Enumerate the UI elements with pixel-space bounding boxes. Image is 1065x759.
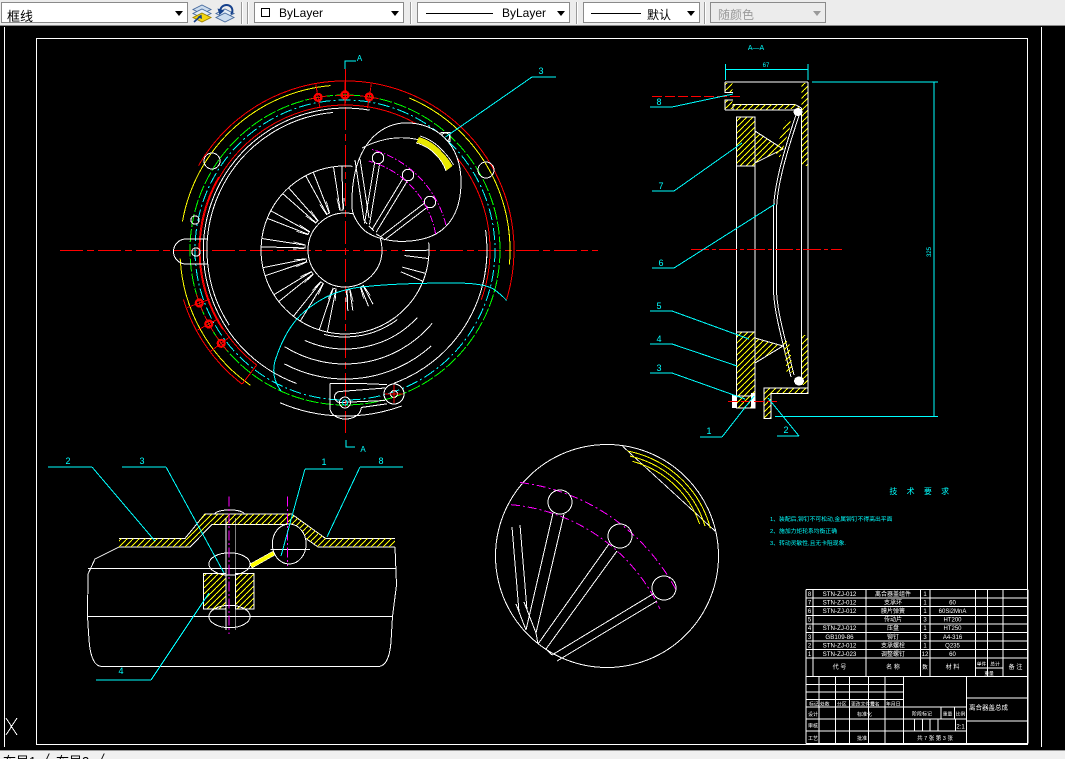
svg-text:4: 4 [118, 666, 123, 676]
svg-text:STN-ZJ-023: STN-ZJ-023 [823, 651, 857, 658]
svg-text:1: 1 [923, 626, 927, 632]
svg-text:STN-ZJ-012: STN-ZJ-012 [823, 642, 857, 649]
svg-text:3: 3 [538, 66, 543, 76]
svg-text:3、转动灵敏性,且无卡阻现象.: 3、转动灵敏性,且无卡阻现象. [770, 539, 846, 547]
svg-text:A—A: A—A [748, 45, 765, 52]
svg-text:8: 8 [808, 592, 812, 598]
svg-text:标记: 标记 [809, 701, 819, 708]
svg-text:3: 3 [923, 635, 927, 641]
svg-text:Q235: Q235 [945, 643, 960, 649]
svg-text:8: 8 [378, 456, 383, 466]
svg-text:3: 3 [139, 456, 144, 466]
svg-text:压盘: 压盘 [887, 624, 899, 632]
svg-text:1、装配后,铆钉不可松动,金属铆钉不得高出平面: 1、装配后,铆钉不可松动,金属铆钉不得高出平面 [770, 515, 893, 523]
svg-text:签名: 签名 [870, 701, 880, 708]
svg-text:技 术 要 求: 技 术 要 求 [889, 486, 952, 496]
svg-text:4: 4 [808, 626, 812, 632]
svg-text:STN-ZJ-012: STN-ZJ-012 [823, 625, 857, 632]
svg-text:2:1: 2:1 [956, 725, 965, 731]
svg-text:STN-ZJ-012: STN-ZJ-012 [823, 591, 857, 598]
svg-text:阶段标记: 阶段标记 [912, 711, 932, 718]
svg-text:比例: 比例 [956, 711, 966, 718]
svg-text:60: 60 [949, 601, 956, 607]
svg-text:年月日: 年月日 [886, 701, 900, 708]
svg-text:A: A [357, 54, 363, 63]
svg-text:67: 67 [763, 63, 770, 69]
svg-text:HT200: HT200 [943, 618, 962, 624]
svg-text:A4-316: A4-316 [943, 635, 963, 641]
svg-text:325: 325 [927, 246, 933, 257]
svg-text:分区: 分区 [837, 701, 847, 708]
svg-text:STN-ZJ-012: STN-ZJ-012 [823, 608, 857, 615]
svg-text:标准化: 标准化 [857, 711, 872, 718]
svg-text:4: 4 [656, 334, 661, 344]
svg-text:备 注: 备 注 [1009, 663, 1023, 671]
svg-text:2: 2 [808, 643, 812, 649]
svg-text:审核: 审核 [808, 723, 818, 730]
svg-text:2: 2 [65, 456, 70, 466]
svg-text:膜片弹簧: 膜片弹簧 [881, 607, 905, 615]
svg-text:3: 3 [656, 363, 661, 373]
svg-text:A: A [360, 445, 366, 454]
svg-text:1: 1 [923, 609, 927, 615]
svg-text:8: 8 [656, 97, 661, 107]
svg-text:支承环: 支承环 [884, 599, 902, 607]
svg-text:6: 6 [808, 609, 812, 615]
svg-text:设计: 设计 [808, 711, 818, 718]
svg-text:支承螺栓: 支承螺栓 [881, 641, 905, 649]
svg-text:60: 60 [949, 652, 956, 658]
svg-text:7: 7 [808, 601, 812, 607]
svg-text:代 号: 代 号 [833, 663, 847, 671]
svg-text:材 料: 材 料 [946, 663, 960, 671]
svg-text:1: 1 [923, 601, 927, 607]
svg-text:6: 6 [658, 258, 663, 268]
svg-text:数: 数 [922, 663, 928, 671]
svg-text:HT250: HT250 [943, 626, 962, 632]
svg-text:铆钉: 铆钉 [887, 633, 899, 641]
svg-text:7: 7 [658, 181, 663, 191]
svg-text:5: 5 [808, 618, 812, 624]
svg-text:重量: 重量 [943, 711, 953, 718]
svg-text:共 7 张 第 3 张: 共 7 张 第 3 张 [917, 734, 953, 742]
svg-text:批准: 批准 [857, 735, 867, 742]
svg-text:3: 3 [808, 635, 812, 641]
svg-text:处数: 处数 [820, 701, 830, 708]
svg-text:名 称: 名 称 [886, 663, 900, 671]
svg-text:1: 1 [808, 652, 812, 658]
svg-text:工艺: 工艺 [808, 736, 818, 742]
svg-text:1: 1 [923, 643, 927, 649]
svg-text:总计: 总计 [990, 661, 1000, 668]
svg-text:STN-ZJ-012: STN-ZJ-012 [823, 600, 857, 607]
svg-text:调整螺钉: 调整螺钉 [881, 650, 905, 658]
svg-text:60Si2MnA: 60Si2MnA [939, 609, 967, 615]
svg-text:传动片: 传动片 [884, 616, 902, 624]
svg-text:离合器盖组件: 离合器盖组件 [875, 590, 911, 598]
svg-text:2: 2 [783, 425, 788, 435]
svg-text:12: 12 [922, 652, 929, 658]
svg-text:1: 1 [321, 457, 326, 467]
svg-text:离合器盖总成: 离合器盖总成 [969, 703, 1009, 712]
svg-text:5: 5 [656, 301, 661, 311]
svg-text:1: 1 [706, 426, 711, 436]
svg-text:3: 3 [923, 618, 927, 624]
svg-text:1: 1 [923, 592, 927, 598]
svg-text:单件: 单件 [977, 661, 987, 668]
svg-text:重量: 重量 [984, 670, 994, 677]
svg-text:GB109-86: GB109-86 [825, 634, 854, 641]
svg-text:2、施加力矩轮系均衡正确: 2、施加力矩轮系均衡正确 [770, 527, 837, 535]
